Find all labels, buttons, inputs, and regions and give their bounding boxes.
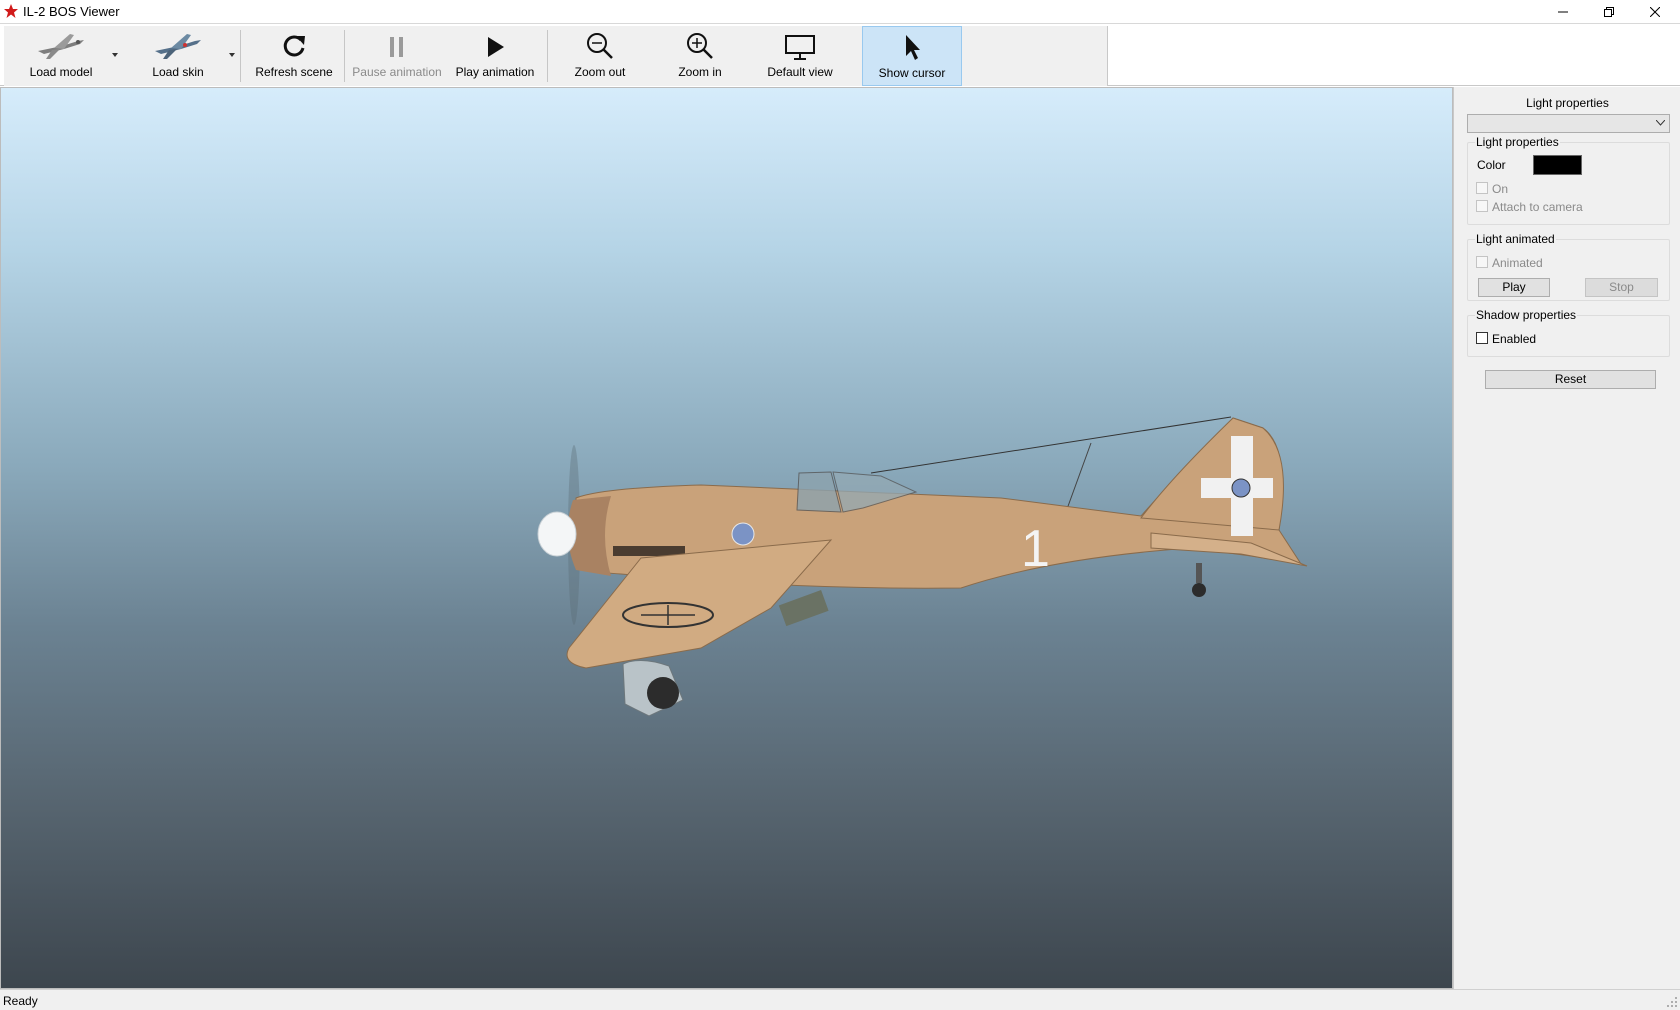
animated-checkbox[interactable] (1476, 256, 1488, 268)
on-checkbox[interactable] (1476, 182, 1488, 194)
reset-button[interactable]: Reset (1485, 370, 1656, 389)
load-model-button[interactable]: Load model (17, 26, 105, 86)
chevron-down-icon (1656, 120, 1665, 126)
light-selector-dropdown[interactable] (1467, 114, 1670, 133)
zoom-out-button[interactable]: Zoom out (553, 26, 647, 86)
color-picker[interactable] (1533, 155, 1582, 175)
minimize-icon (1558, 11, 1568, 12)
toolbar-strip: Load model Load skin Refresh scene Pause… (4, 26, 1108, 86)
play-animation-button[interactable]: Play animation (447, 26, 543, 86)
attach-camera-label: Attach to camera (1492, 200, 1583, 214)
show-cursor-label: Show cursor (878, 66, 946, 80)
color-label: Color (1477, 158, 1506, 172)
painted-plane-icon (155, 34, 201, 59)
load-skin-button[interactable]: Load skin (134, 26, 222, 86)
title-bar: IL-2 BOS Viewer (0, 0, 1680, 23)
default-view-label: Default view (767, 65, 833, 79)
pause-icon (390, 37, 403, 57)
cursor-icon (906, 35, 920, 60)
plane-icon (38, 34, 84, 59)
light-stop-button[interactable]: Stop (1585, 278, 1658, 297)
aircraft-model: 1 (537, 416, 1308, 717)
red-star-icon (4, 4, 18, 18)
play-animation-label: Play animation (455, 65, 535, 79)
status-text: Ready (3, 994, 38, 1008)
show-cursor-button[interactable]: Show cursor (862, 26, 962, 86)
load-skin-dropdown-icon[interactable] (229, 53, 235, 57)
window-title: IL-2 BOS Viewer (23, 4, 120, 19)
light-animated-group: Light animated Animated Play Stop (1467, 232, 1670, 301)
toolbar-separator (547, 30, 548, 82)
pause-animation-label: Pause animation (352, 65, 442, 79)
group-title-shadow-properties: Shadow properties (1475, 308, 1578, 322)
refresh-scene-button[interactable]: Refresh scene (246, 26, 342, 86)
load-skin-label: Load skin (152, 65, 204, 79)
refresh-icon (283, 35, 305, 57)
monitor-icon (785, 35, 815, 60)
panel-title: Light properties (1526, 96, 1609, 110)
on-label: On (1492, 182, 1509, 196)
load-model-dropdown-icon[interactable] (112, 53, 118, 57)
restore-button[interactable] (1586, 0, 1632, 23)
group-title-light-animated: Light animated (1475, 232, 1556, 246)
close-button[interactable] (1632, 0, 1678, 23)
minimize-button[interactable] (1540, 0, 1586, 23)
fuselage-number: 1 (1021, 520, 1050, 578)
zoom-in-label: Zoom in (678, 65, 722, 79)
toolbar-separator (344, 30, 345, 82)
status-bar: Ready (0, 989, 1680, 1010)
close-icon (1650, 6, 1660, 17)
light-properties-panel: Light properties Light properties Color … (1453, 87, 1680, 989)
resize-grip-icon[interactable] (1666, 996, 1678, 1008)
light-properties-group: Light properties Color On Attach to came… (1467, 135, 1670, 225)
attach-camera-checkbox[interactable] (1476, 200, 1488, 212)
group-title-light-properties: Light properties (1475, 135, 1560, 149)
toolbar-separator (240, 30, 241, 82)
refresh-scene-label: Refresh scene (255, 65, 333, 79)
pause-animation-button[interactable]: Pause animation (347, 26, 447, 86)
zoom-out-label: Zoom out (574, 65, 626, 79)
shadow-enabled-label: Enabled (1492, 332, 1537, 346)
load-model-label: Load model (29, 65, 93, 79)
zoom-in-icon (687, 33, 713, 59)
restore-icon (1604, 6, 1614, 17)
play-icon (488, 37, 504, 57)
zoom-in-button[interactable]: Zoom in (653, 26, 747, 86)
toolbar: Load model Load skin Refresh scene Pause… (0, 23, 1680, 86)
light-play-button[interactable]: Play (1478, 278, 1550, 297)
animated-label: Animated (1492, 256, 1543, 270)
3d-viewport[interactable]: 1 (0, 87, 1453, 989)
shadow-properties-group: Shadow properties Enabled (1467, 308, 1670, 357)
zoom-out-icon (587, 33, 613, 59)
default-view-button[interactable]: Default view (753, 26, 847, 86)
shadow-enabled-checkbox[interactable] (1476, 332, 1488, 344)
